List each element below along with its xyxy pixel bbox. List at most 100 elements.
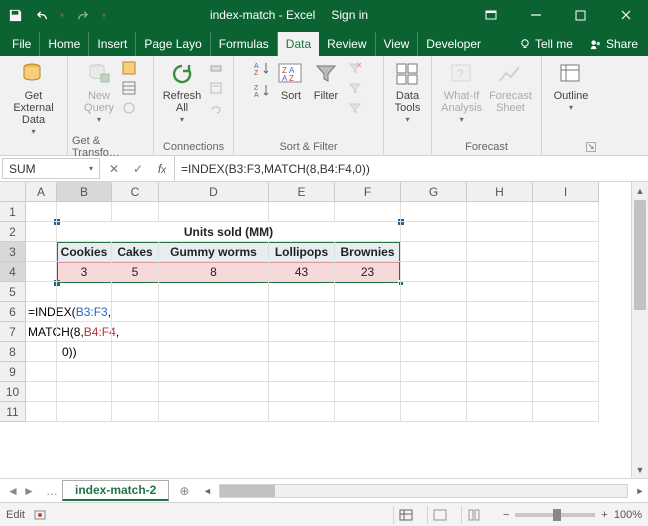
cell-H3[interactable] [467,242,533,262]
tab-page-layout[interactable]: Page Layo [136,32,210,56]
scroll-down-icon[interactable]: ▼ [632,461,648,478]
cell-I10[interactable] [533,382,599,402]
row-header-4[interactable]: 4 [0,262,26,282]
cell-H2[interactable] [467,222,533,242]
tab-insert[interactable]: Insert [89,32,136,56]
add-sheet-button[interactable]: ⊕ [169,484,199,498]
cell-H5[interactable] [467,282,533,302]
edit-links-icon[interactable] [207,99,225,117]
cell-D8[interactable] [159,342,269,362]
cell-I7[interactable] [533,322,599,342]
zoom-in-icon[interactable]: + [601,509,607,521]
cell-B9[interactable] [57,362,112,382]
cell-H11[interactable] [467,402,533,422]
cell-G10[interactable] [401,382,467,402]
spreadsheet-grid[interactable]: ABCDEFGHI 1234567891011 Units sold (MM)C… [0,182,648,478]
row-header-5[interactable]: 5 [0,282,26,302]
row-header-6[interactable]: 6 [0,302,26,322]
row-header-11[interactable]: 11 [0,402,26,422]
recent-sources-icon[interactable] [120,99,138,117]
tab-view[interactable]: View [376,32,419,56]
name-box[interactable]: SUM ▾ [2,158,100,179]
sheet-overflow[interactable]: … [42,484,62,498]
row-header-8[interactable]: 8 [0,342,26,362]
cell-E6[interactable] [269,302,335,322]
outline-button[interactable]: Outline ▾ [552,58,591,115]
cell-H1[interactable] [467,202,533,222]
cell-A10[interactable] [26,382,57,402]
col-header-B[interactable]: B [57,182,112,202]
cell-A1[interactable] [26,202,57,222]
cell-C5[interactable] [112,282,159,302]
save-icon[interactable] [4,4,26,26]
row-header-7[interactable]: 7 [0,322,26,342]
formula-input[interactable]: =INDEX(B3:F3,MATCH(8,B4:F4,0)) [175,156,648,181]
cell-D9[interactable] [159,362,269,382]
cell-A5[interactable] [26,282,57,302]
cell-C10[interactable] [112,382,159,402]
cell-E9[interactable] [269,362,335,382]
tab-formulas[interactable]: Formulas [211,32,278,56]
cell-E7[interactable] [269,322,335,342]
cell-B2[interactable]: Units sold (MM) [57,222,401,242]
cell-D5[interactable] [159,282,269,302]
sort-desc-icon[interactable]: ZA [253,81,271,99]
cell-G9[interactable] [401,362,467,382]
cell-C4[interactable]: 5 [112,262,159,282]
cell-D4[interactable]: 8 [159,262,269,282]
zoom-out-icon[interactable]: − [503,509,509,521]
cell-A7[interactable] [26,322,57,342]
col-header-G[interactable]: G [401,182,467,202]
zoom-slider-knob[interactable] [553,509,561,521]
cell-E11[interactable] [269,402,335,422]
cell-B4[interactable]: 3 [57,262,112,282]
tab-home[interactable]: Home [40,32,89,56]
col-header-A[interactable]: A [26,182,57,202]
cell-I8[interactable] [533,342,599,362]
cell-F4[interactable]: 23 [335,262,401,282]
tab-file[interactable]: File [4,32,40,56]
dialog-launcher-icon[interactable]: ↘ [586,142,596,152]
cell-F11[interactable] [335,402,401,422]
cell-I11[interactable] [533,402,599,422]
col-header-H[interactable]: H [467,182,533,202]
sign-in-link[interactable]: Sign in [331,8,368,22]
fx-icon[interactable]: fx [150,162,174,176]
cell-B10[interactable] [57,382,112,402]
col-header-D[interactable]: D [159,182,269,202]
cell-F6[interactable] [335,302,401,322]
data-tools-button[interactable]: Data Tools ▾ [392,58,424,127]
cell-G7[interactable] [401,322,467,342]
view-normal-icon[interactable] [393,506,419,524]
sheet-nav-prev-icon[interactable]: ◄ [6,484,20,498]
cell-E8[interactable] [269,342,335,362]
tab-review[interactable]: Review [319,32,375,56]
cell-F9[interactable] [335,362,401,382]
cell-G1[interactable] [401,202,467,222]
col-header-I[interactable]: I [533,182,599,202]
view-page-break-icon[interactable] [461,506,487,524]
qat-customize-icon[interactable]: ▾ [102,11,106,20]
undo-dropdown-icon[interactable]: ▾ [60,11,64,20]
col-header-C[interactable]: C [112,182,159,202]
cell-C7[interactable] [112,322,159,342]
cell-F8[interactable] [335,342,401,362]
scroll-up-icon[interactable]: ▲ [632,182,648,199]
zoom-control[interactable]: − + 100% [503,509,642,521]
row-header-3[interactable]: 3 [0,242,26,262]
cell-D3[interactable]: Gummy worms [159,242,269,262]
cell-C6[interactable] [112,302,159,322]
hscroll-thumb[interactable] [220,485,275,497]
tab-data[interactable]: Data [278,32,319,56]
cell-F10[interactable] [335,382,401,402]
share-button[interactable]: Share [581,32,648,56]
get-external-data-button[interactable]: Get External Data ▾ [4,58,63,139]
sort-asc-icon[interactable]: AZ [253,59,271,77]
cell-F3[interactable]: Brownies [335,242,401,262]
cell-A2[interactable] [26,222,57,242]
vertical-scrollbar[interactable]: ▲ ▼ [631,182,648,478]
from-table-icon[interactable] [120,79,138,97]
scroll-right-icon[interactable]: ► [632,486,648,496]
minimize-button[interactable] [513,0,558,30]
scroll-thumb[interactable] [634,200,646,310]
